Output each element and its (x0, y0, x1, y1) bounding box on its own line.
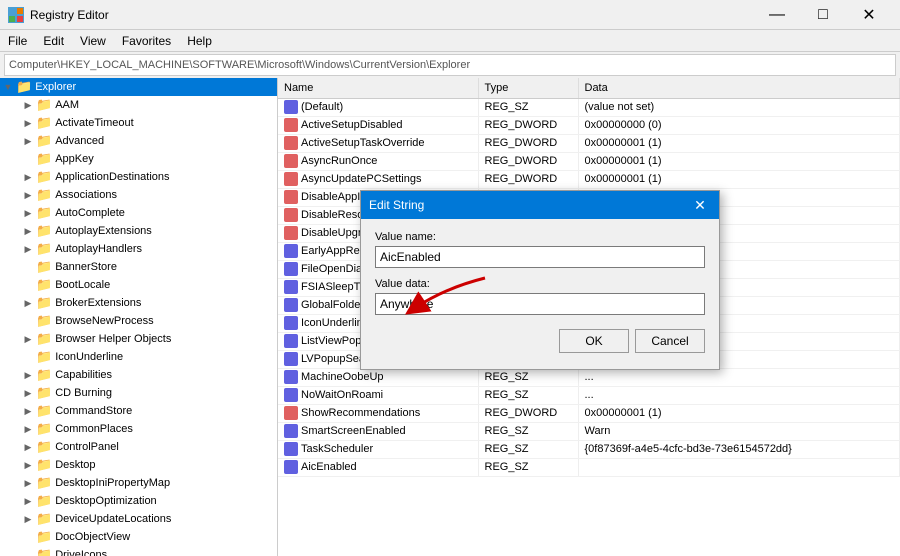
cancel-button[interactable]: Cancel (635, 329, 705, 353)
ok-button[interactable]: OK (559, 329, 629, 353)
dialog-title: Edit String (369, 198, 424, 212)
value-name-input[interactable] (375, 246, 705, 268)
dialog-title-bar: Edit String ✕ (361, 191, 719, 219)
dialog-footer: OK Cancel (375, 329, 705, 357)
dialog-close-button[interactable]: ✕ (689, 194, 711, 216)
value-data-label: Value data: (375, 278, 705, 290)
value-name-label: Value name: (375, 231, 705, 243)
edit-string-dialog: Edit String ✕ Value name: Value data: OK… (360, 190, 720, 370)
value-data-input[interactable] (375, 293, 705, 315)
dialog-body: Value name: Value data: OK Cancel (361, 219, 719, 369)
dialog-overlay: Edit String ✕ Value name: Value data: OK… (0, 0, 900, 554)
